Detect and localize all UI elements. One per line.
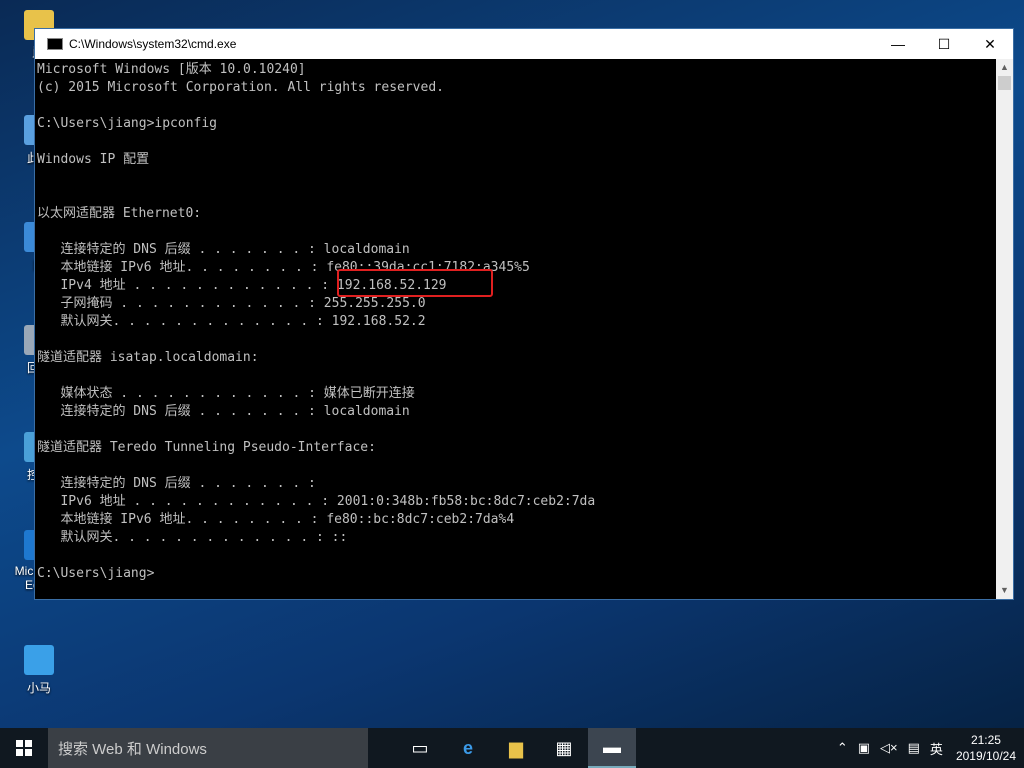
- scroll-down-icon[interactable]: ▼: [996, 582, 1013, 599]
- console-line: 连接特定的 DNS 后缀 . . . . . . . : localdomain: [37, 242, 410, 257]
- search-box[interactable]: 搜索 Web 和 Windows: [48, 728, 368, 768]
- scroll-thumb[interactable]: [998, 76, 1011, 90]
- taskbar: 搜索 Web 和 Windows ▭ e ▆ ▦ ▬ ⌃ ▣ ◁× ▤ 英 21…: [0, 728, 1024, 768]
- task-view-button[interactable]: ▭: [396, 728, 444, 768]
- scroll-up-icon[interactable]: ▲: [996, 59, 1013, 76]
- store-icon: ▦: [555, 737, 573, 758]
- clock-date: 2019/10/24: [955, 749, 1016, 763]
- clock[interactable]: 21:25 2019/10/24: [948, 732, 1024, 764]
- desktop-icon-xiaoma[interactable]: 小马: [10, 645, 68, 696]
- edge-icon: e: [462, 737, 473, 758]
- clock-time: 21:25: [970, 733, 1001, 747]
- edge-taskbar-button[interactable]: e: [444, 728, 492, 768]
- console-line: Windows IP 配置: [37, 152, 150, 167]
- start-button[interactable]: [0, 728, 48, 768]
- console-line: (c) 2015 Microsoft Corporation. All righ…: [37, 80, 444, 95]
- minimize-button[interactable]: —: [875, 29, 921, 59]
- close-button[interactable]: ✕: [967, 29, 1013, 59]
- console-line: 本地链接 IPv6 地址. . . . . . . . : fe80::bc:8…: [37, 512, 515, 527]
- console-line: 连接特定的 DNS 后缀 . . . . . . . :: [37, 476, 316, 491]
- system-tray: ⌃ ▣ ◁× ▤ 英 21:25 2019/10/24: [832, 728, 1024, 768]
- windows-logo-icon: [16, 740, 32, 756]
- chevron-up-icon[interactable]: ⌃: [832, 740, 853, 756]
- console-line: IPv4 地址 . . . . . . . . . . . . : 192.16…: [37, 278, 447, 293]
- network-icon[interactable]: ▣: [853, 740, 875, 756]
- console-line: IPv6 地址 . . . . . . . . . . . . : 2001:0…: [37, 494, 596, 509]
- maximize-button[interactable]: ☐: [921, 29, 967, 59]
- cmd-icon: [47, 38, 63, 50]
- window-title: C:\Windows\system32\cmd.exe: [69, 37, 237, 51]
- cmd-icon: ▬: [603, 736, 621, 757]
- file-explorer-button[interactable]: ▆: [492, 728, 540, 768]
- notification-icon[interactable]: ▤: [903, 740, 925, 756]
- console-line: 隧道适配器 Teredo Tunneling Pseudo-Interface:: [37, 440, 376, 455]
- console-line: C:\Users\jiang>ipconfig: [37, 116, 218, 131]
- console-line: 媒体状态 . . . . . . . . . . . . : 媒体已断开连接: [37, 386, 415, 401]
- console-line: C:\Users\jiang>: [37, 566, 155, 581]
- task-view-icon: ▭: [411, 737, 429, 758]
- console-line: 默认网关. . . . . . . . . . . . . : 192.168.…: [37, 314, 426, 329]
- console-line: 默认网关. . . . . . . . . . . . . : ::: [37, 530, 348, 545]
- store-button[interactable]: ▦: [540, 728, 588, 768]
- console-line: 本地链接 IPv6 地址. . . . . . . . : fe80::39da…: [37, 260, 530, 275]
- vertical-scrollbar[interactable]: ▲ ▼: [996, 59, 1013, 599]
- paper-plane-icon: [24, 645, 54, 675]
- console-line: 连接特定的 DNS 后缀 . . . . . . . : localdomain: [37, 404, 410, 419]
- ipv4-highlight-box: [337, 269, 493, 297]
- console-line: Microsoft Windows [版本 10.0.10240]: [37, 62, 306, 77]
- console-line: 以太网适配器 Ethernet0:: [37, 206, 202, 221]
- ime-indicator[interactable]: 英: [925, 739, 948, 758]
- folder-icon: ▆: [509, 737, 523, 758]
- cmd-taskbar-button[interactable]: ▬: [588, 728, 636, 768]
- console-line: 隧道适配器 isatap.localdomain:: [37, 350, 259, 365]
- volume-muted-icon[interactable]: ◁×: [875, 740, 903, 756]
- title-bar[interactable]: C:\Windows\system32\cmd.exe — ☐ ✕: [35, 29, 1013, 59]
- console-output[interactable]: Microsoft Windows [版本 10.0.10240] (c) 201…: [35, 59, 997, 599]
- cmd-window[interactable]: C:\Windows\system32\cmd.exe — ☐ ✕ Micros…: [34, 28, 1014, 600]
- console-line: 子网掩码 . . . . . . . . . . . . : 255.255.2…: [37, 296, 426, 311]
